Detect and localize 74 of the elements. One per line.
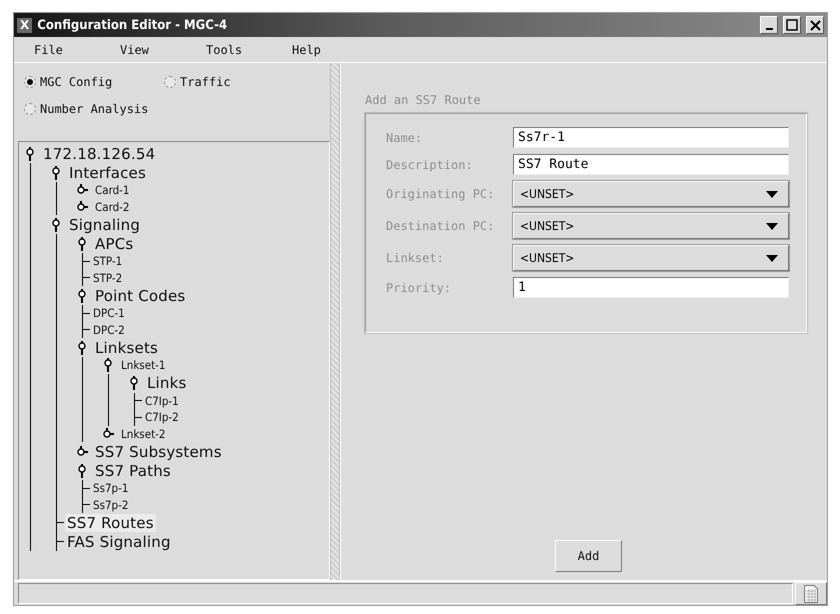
tree-item[interactable]: STP-1 xyxy=(91,254,124,268)
tree-item[interactable]: Card-2 xyxy=(93,200,132,214)
expanded-node-icon[interactable] xyxy=(77,340,88,354)
app-logo: X xyxy=(17,18,32,32)
caret-icon xyxy=(766,190,778,198)
minimize-icon xyxy=(766,28,772,30)
tree-item[interactable]: C7Ip-2 xyxy=(143,410,181,424)
caret-icon xyxy=(766,254,778,262)
tree-item[interactable]: APCs xyxy=(93,234,136,252)
close-icon xyxy=(810,20,820,30)
tree-item[interactable]: Linksets xyxy=(93,338,160,356)
dropdown[interactable]: <UNSET> xyxy=(513,181,789,207)
maximize-button[interactable] xyxy=(783,16,801,34)
maximize-icon xyxy=(786,19,798,31)
tree-item[interactable]: Lnkset-1 xyxy=(119,358,168,372)
menu-item[interactable]: Tools xyxy=(196,42,282,56)
tree-item[interactable]: STP-2 xyxy=(91,270,124,285)
input-field[interactable]: SS7 Route xyxy=(513,154,789,175)
minimize-button[interactable] xyxy=(760,16,778,34)
tree-item[interactable]: Lnkset-2 xyxy=(119,426,168,441)
expanded-node-icon[interactable] xyxy=(77,288,88,302)
tree-item[interactable]: DPC-1 xyxy=(91,306,127,320)
radio-option[interactable]: MGC Config xyxy=(24,75,164,89)
status-icon-button[interactable] xyxy=(795,582,827,605)
expanded-node-icon[interactable] xyxy=(25,146,36,160)
field-label: Linkset: xyxy=(386,251,445,265)
radio-button[interactable] xyxy=(24,103,36,115)
radio-button[interactable] xyxy=(24,76,36,88)
expanded-node-icon[interactable] xyxy=(77,236,88,250)
dropdown[interactable]: <UNSET> xyxy=(513,245,789,271)
radio-button[interactable] xyxy=(164,76,176,88)
radio-label: Number Analysis xyxy=(40,102,148,116)
window-title: Configuration Editor - MGC-4 xyxy=(37,18,228,32)
collapsed-node-icon[interactable] xyxy=(77,444,88,458)
input-field[interactable]: 1 xyxy=(513,277,789,298)
expanded-node-icon[interactable] xyxy=(77,464,88,478)
radio-label: Traffic xyxy=(180,75,231,89)
splitter-handle[interactable] xyxy=(330,63,340,580)
expanded-node-icon[interactable] xyxy=(103,358,114,372)
expanded-node-icon[interactable] xyxy=(51,166,62,180)
tree-item[interactable]: SS7 Routes xyxy=(65,514,156,532)
expanded-node-icon[interactable] xyxy=(129,376,140,390)
form-title: Add an SS7 Route xyxy=(365,93,482,107)
menu-item[interactable]: Help xyxy=(282,42,368,56)
caret-icon xyxy=(766,222,778,230)
tree-item[interactable]: C7Ip-1 xyxy=(143,394,181,408)
radio-option[interactable]: Traffic xyxy=(164,75,304,89)
field-label: Name: xyxy=(386,130,424,144)
tree-item[interactable]: Signaling xyxy=(67,216,142,234)
tree-item[interactable]: SS7 Paths xyxy=(93,462,173,480)
tree-item[interactable]: SS7 Subsystems xyxy=(93,442,224,460)
menu-item[interactable]: View xyxy=(110,42,196,56)
tree-item[interactable]: DPC-2 xyxy=(91,322,127,337)
field-label: Destination PC: xyxy=(386,219,496,233)
tree-item[interactable]: Ss7p-1 xyxy=(91,481,130,496)
dropdown[interactable]: <UNSET> xyxy=(513,213,789,239)
radio-option[interactable]: Number Analysis xyxy=(24,102,164,116)
tree-item[interactable]: 172.18.126.54 xyxy=(41,144,158,162)
input-field[interactable]: Ss7r-1 xyxy=(513,127,789,148)
radio-label: MGC Config xyxy=(40,75,112,89)
tree-item[interactable]: FAS Signaling xyxy=(65,532,173,550)
expanded-node-icon[interactable] xyxy=(51,218,62,232)
tree-item[interactable]: Ss7p-2 xyxy=(91,498,130,512)
field-label: Originating PC: xyxy=(386,187,496,201)
add-button[interactable]: Add xyxy=(555,540,622,572)
tree-item[interactable]: Interfaces xyxy=(67,164,148,182)
close-button[interactable] xyxy=(806,16,824,34)
tree-item[interactable]: Card-1 xyxy=(93,183,132,198)
field-label: Description: xyxy=(386,158,474,172)
menu-item[interactable]: File xyxy=(24,42,110,56)
tree-item[interactable]: Point Codes xyxy=(93,286,188,304)
tree-item[interactable]: Links xyxy=(145,374,189,392)
field-label: Priority: xyxy=(386,280,452,294)
spreadsheet-icon xyxy=(804,584,818,602)
